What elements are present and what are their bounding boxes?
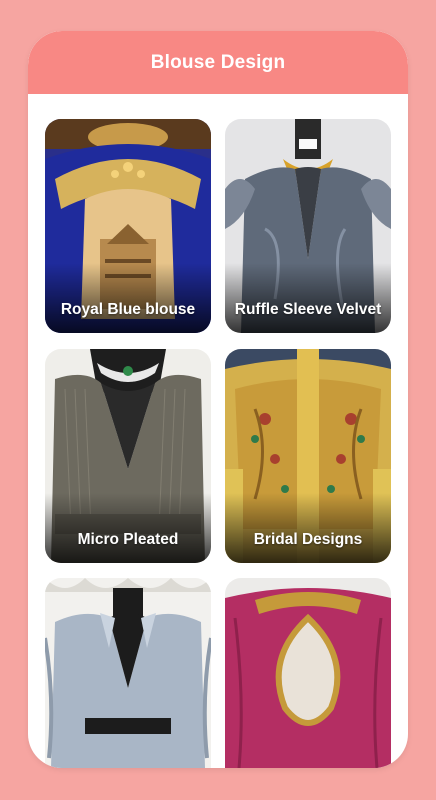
pink-keyhole-blouse-image [225,578,391,768]
design-card-pink-keyhole[interactable] [225,578,391,768]
design-card-micro-pleated[interactable]: Micro Pleated [45,349,211,563]
caption-shade [225,263,391,333]
card-label: Royal Blue blouse [60,301,196,318]
design-card-silver[interactable] [45,578,211,768]
design-grid: Royal Blue blouse Ruffle Sleeve Velvet M… [28,31,408,768]
card-label: Bridal Designs [253,531,363,548]
card-label: Ruffle Sleeve Velvet [234,301,382,318]
app-screen: Blouse Design Royal Blue blouse Ruffle S… [28,31,408,768]
caption-shade [225,493,391,563]
design-card-bridal[interactable]: Bridal Designs [225,349,391,563]
caption-shade [45,263,211,333]
silver-blouse-image [45,578,211,768]
design-card-royal-blue[interactable]: Royal Blue blouse [45,119,211,333]
card-label: Micro Pleated [77,531,179,548]
design-card-ruffle-velvet[interactable]: Ruffle Sleeve Velvet [225,119,391,333]
caption-shade [45,493,211,563]
